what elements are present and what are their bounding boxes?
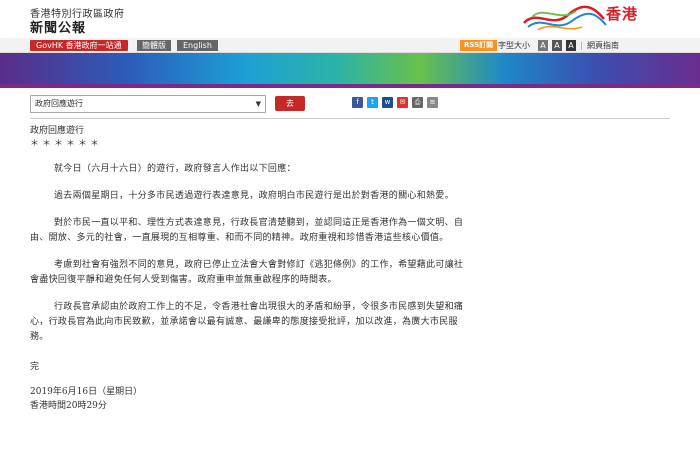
top-nav-bar: GovHK 香港政府一站通 簡體版 English RSS訂閱 字型大小 A A… <box>0 38 700 53</box>
select-value: 政府回應遊行 <box>35 99 83 108</box>
chevron-down-icon: ▼ <box>255 100 261 108</box>
article-paragraph: 考慮到社會有強烈不同的意見，政府已停止立法會大會對修訂《逃犯條例》的工作，希望藉… <box>30 260 464 285</box>
banner-strip <box>0 84 700 88</box>
twitter-share-icon[interactable]: t <box>367 97 378 108</box>
article-paragraph: 對於市民一直以平和、理性方式表達意見，行政長官清楚聽到，並認同這正是香港作為一個… <box>30 218 464 243</box>
rss-button[interactable]: RSS訂閱 <box>460 40 498 51</box>
brand-hong-kong-text[interactable]: 香港 <box>606 3 638 24</box>
article-date: 2019年6月16日（星期日） <box>30 387 143 397</box>
govhk-portal-link[interactable]: GovHK 香港政府一站通 <box>30 40 128 51</box>
font-size-label: 字型大小 <box>498 41 530 50</box>
english-link[interactable]: English <box>177 40 218 51</box>
simplified-chinese-link[interactable]: 簡體版 <box>137 40 171 51</box>
print-icon[interactable]: ⎙ <box>412 97 423 108</box>
font-medium-button[interactable]: A <box>552 40 562 51</box>
article-title: 政府回應遊行 <box>30 126 85 136</box>
go-button[interactable]: 去 <box>275 96 305 111</box>
article-separator: ＊＊＊＊＊＊ <box>30 139 103 149</box>
article-paragraph: 行政長官承認由於政府工作上的不足，令香港社會出現很大的矛盾和紛爭，令很多市民感到… <box>30 302 464 342</box>
facebook-share-icon[interactable]: f <box>352 97 363 108</box>
article-time: 香港時間20時29分 <box>30 401 107 411</box>
article-paragraph: 過去兩個星期日，十分多市民透過遊行表達意見，政府明白市民遊行是出於對香港的關心和… <box>54 191 454 201</box>
link-share-icon[interactable]: ≡ <box>427 97 438 108</box>
article-paragraph: 就今日（六月十六日）的遊行，政府發言人作出以下回應： <box>54 164 296 174</box>
decorative-banner <box>0 53 700 84</box>
press-release-select[interactable]: 政府回應遊行 ▼ <box>30 95 266 113</box>
press-releases-title[interactable]: 新聞公報 <box>30 17 86 36</box>
web-guide-link[interactable]: 網頁指南 <box>587 40 619 51</box>
site-header: 香港特別行政區政府 新聞公報 香港 <box>0 0 700 38</box>
font-small-button[interactable]: A <box>538 40 548 51</box>
email-share-icon[interactable]: ✉ <box>397 97 408 108</box>
article-end: 完 <box>30 362 40 372</box>
font-large-button[interactable]: A <box>566 40 576 51</box>
article: 政府回應遊行 ＊＊＊＊＊＊ 就今日（六月十六日）的遊行，政府發言人作出以下回應：… <box>30 125 670 413</box>
nav-separator: | <box>580 41 583 50</box>
divider <box>30 118 670 119</box>
weibo-share-icon[interactable]: w <box>382 97 393 108</box>
